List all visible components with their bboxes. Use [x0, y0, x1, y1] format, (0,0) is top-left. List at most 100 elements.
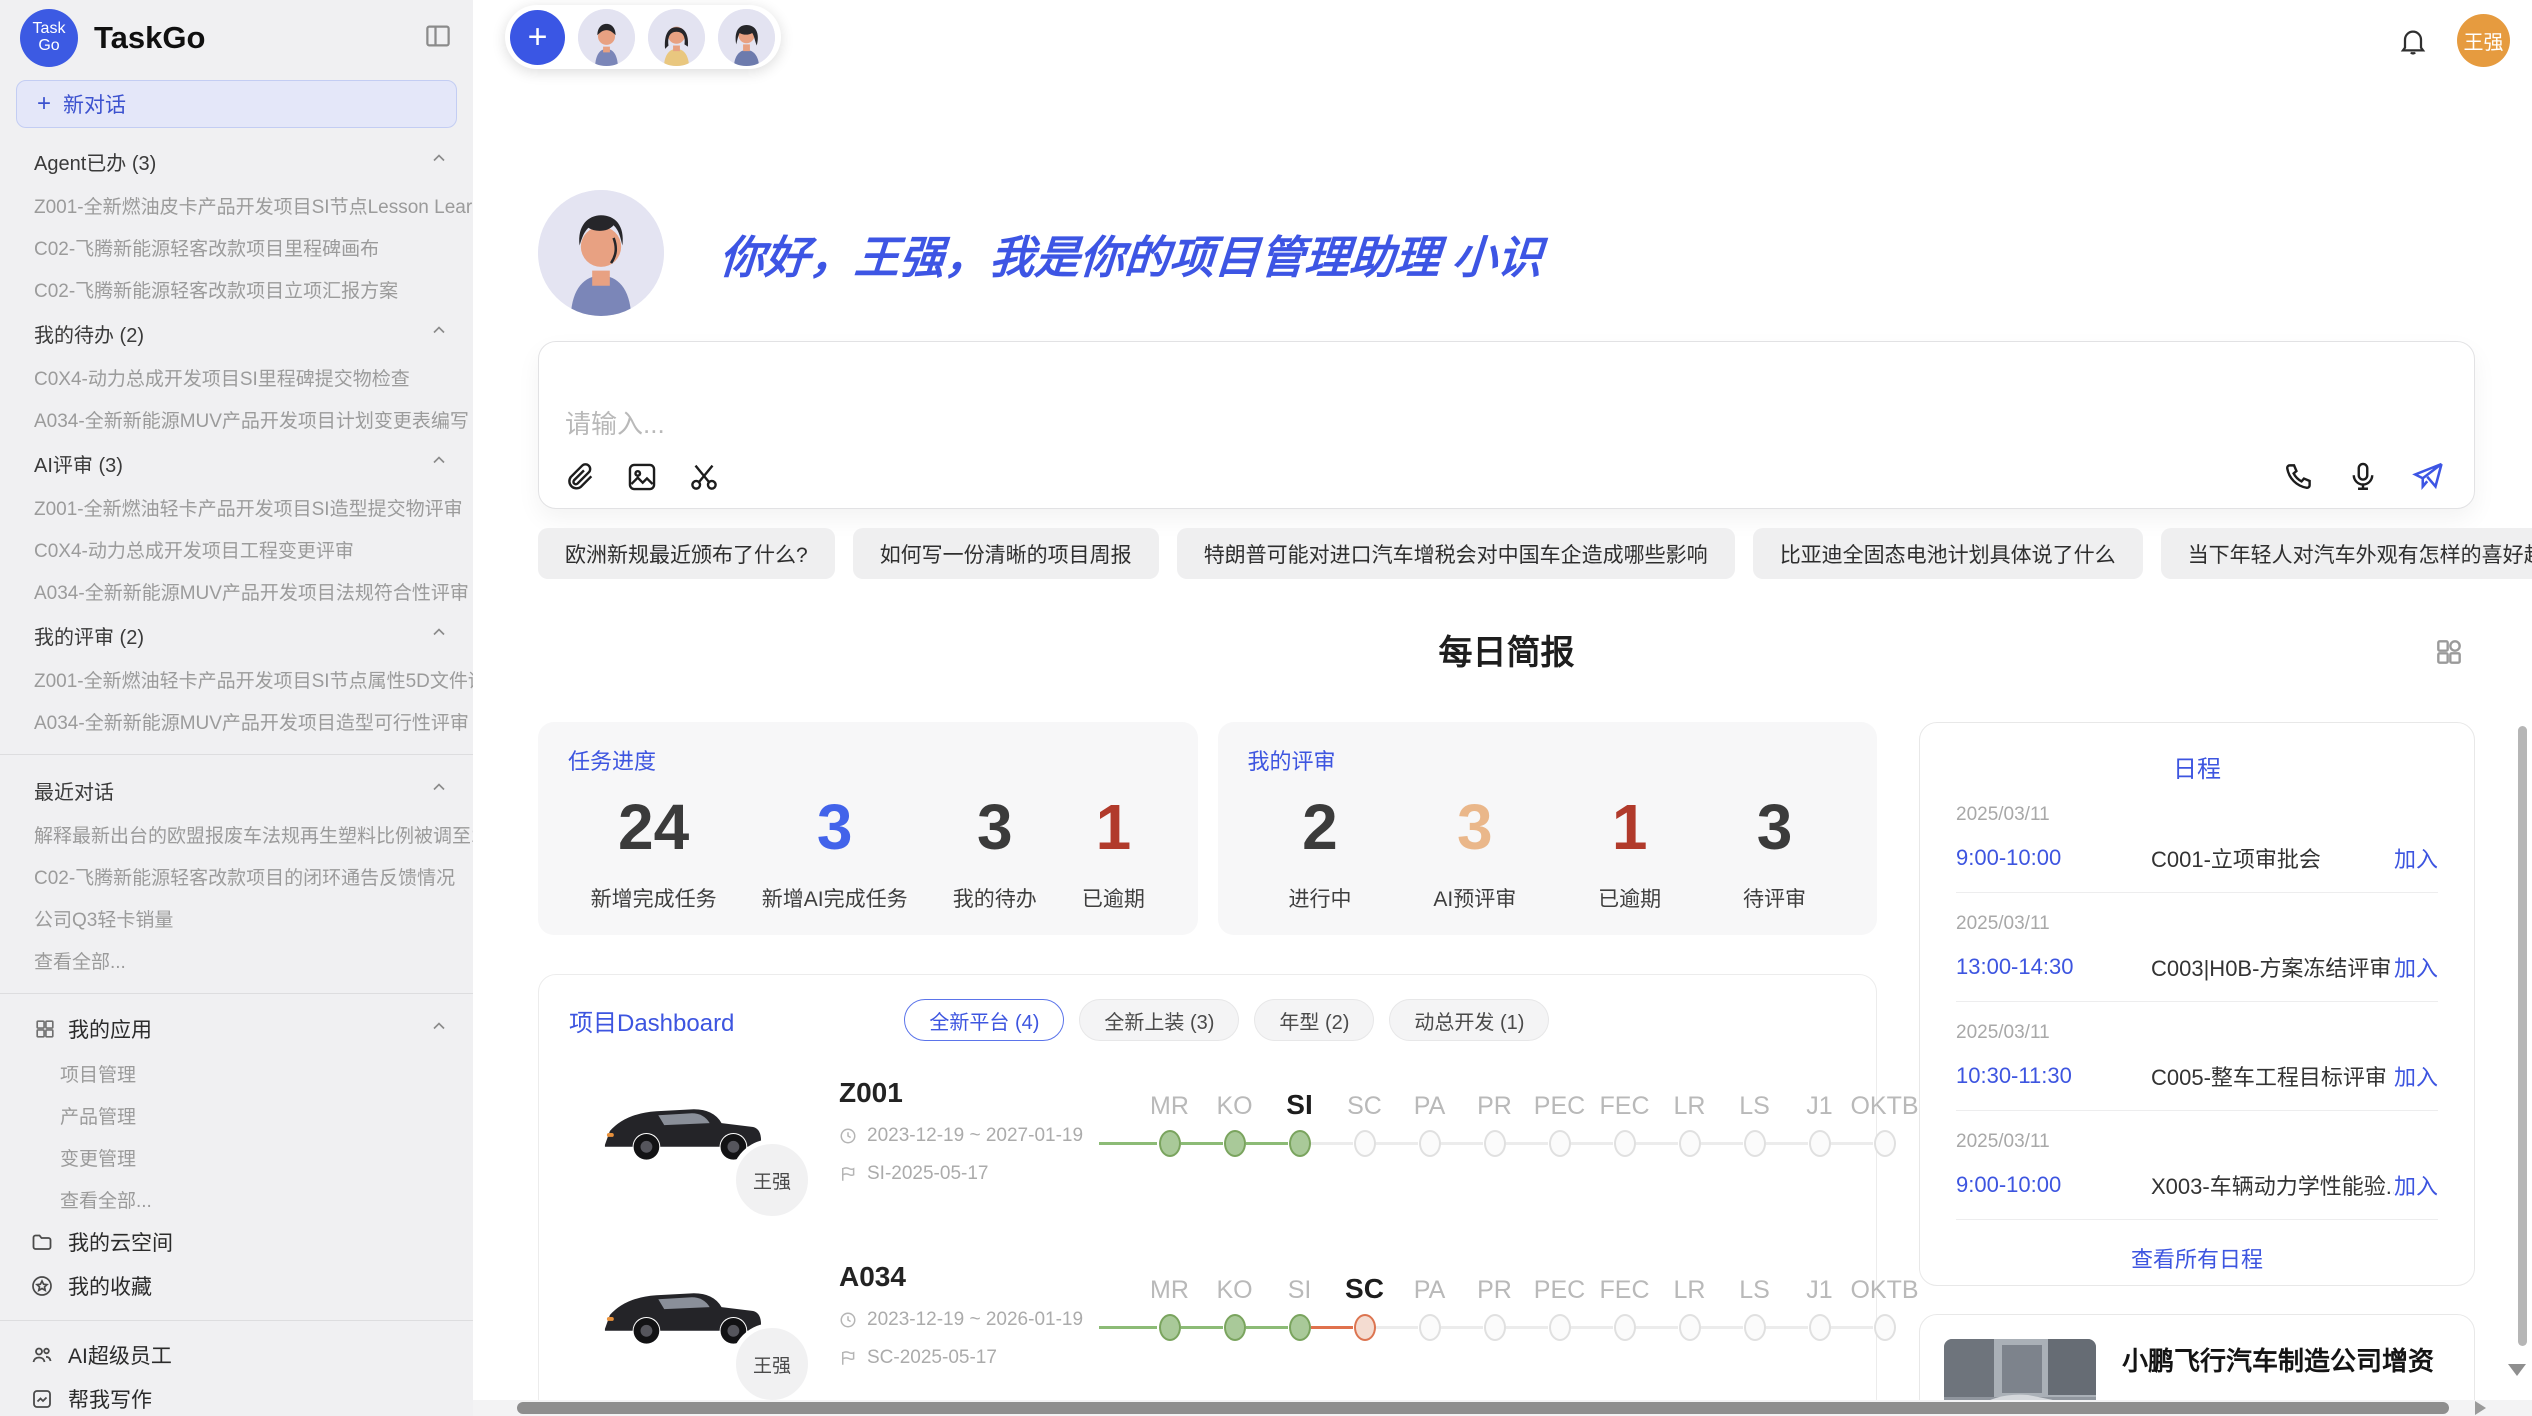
agent-avatar-1[interactable] [578, 9, 635, 66]
bell-icon[interactable] [2397, 25, 2429, 57]
milestone-dot [1354, 1130, 1376, 1157]
project-code: A034 [839, 1261, 1091, 1293]
tab-powertrain[interactable]: 动总开发 (1) [1389, 999, 1549, 1041]
sidebar-item-favorites[interactable]: 我的收藏 [0, 1264, 473, 1308]
agent-avatar-2[interactable] [648, 9, 705, 66]
project-next-milestone: SI-2025-05-17 [867, 1163, 988, 1185]
conversation-item[interactable]: Z001-全新燃油皮卡产品开发项目SI节点Lesson Learn报告 [0, 184, 473, 226]
milestone-dot [1289, 1314, 1311, 1341]
chat-composer [538, 341, 2475, 509]
user-name: 王强 [2464, 26, 2504, 55]
chevron-up-icon[interactable] [429, 777, 449, 803]
section-my-apps[interactable]: 我的应用 [0, 1006, 473, 1052]
milestone-si: SI [1267, 1265, 1332, 1409]
send-icon[interactable] [2410, 458, 2446, 494]
chevron-up-icon[interactable] [429, 320, 449, 346]
milestone-dot [1549, 1314, 1571, 1341]
conversation-item[interactable]: Z001-全新燃油轻卡产品开发项目SI节点属性5D文件评审 [0, 658, 473, 700]
recent-chat-item[interactable]: C02-飞腾新能源轻客改款项目的闭环通告反馈情况 [0, 855, 473, 897]
milestone-lr: LR [1657, 1081, 1722, 1225]
user-avatar[interactable]: 王强 [2457, 14, 2510, 67]
new-chat-button[interactable]: + 新对话 [16, 80, 457, 128]
conversation-item[interactable]: C0X4-动力总成开发项目工程变更评审 [0, 528, 473, 570]
suggestion-chip[interactable]: 欧洲新规最近颁布了什么? [538, 528, 835, 579]
view-all-schedule-link[interactable]: 查看所有日程 [1956, 1242, 2438, 1274]
project-row-z001[interactable]: 王强 Z001 2023-12-19 ~ 2027-01-19 SI-2025-… [569, 1075, 1846, 1225]
recent-chat-item[interactable]: 公司Q3轻卡销量 [0, 897, 473, 939]
section-my-review[interactable]: 我的评审 (2) [0, 612, 473, 658]
horizontal-scrollbar[interactable] [517, 1402, 2449, 1414]
section-ai-review[interactable]: AI评审 (3) [0, 440, 473, 486]
conversation-item[interactable]: C0X4-动力总成开发项目SI里程碑提交物检查 [0, 356, 473, 398]
section-recent-chats[interactable]: 最近对话 [0, 767, 473, 813]
join-button[interactable]: 加入 [2394, 951, 2438, 983]
schedule-date: 2025/03/11 [1956, 1022, 2438, 1044]
owner-badge: 王强 [731, 1323, 813, 1405]
project-dates: 2023-12-19 ~ 2026-01-19 [867, 1309, 1083, 1331]
app-item-change-mgmt[interactable]: 变更管理 [0, 1136, 473, 1178]
scroll-down-arrow-icon[interactable] [2508, 1364, 2526, 1376]
join-button[interactable]: 加入 [2394, 842, 2438, 874]
tab-year-model[interactable]: 年型 (2) [1254, 999, 1374, 1041]
attachment-icon[interactable] [563, 460, 597, 494]
scissors-icon[interactable] [687, 460, 721, 494]
section-agent-done[interactable]: Agent已办 (3) [0, 138, 473, 184]
app-item-product-mgmt[interactable]: 产品管理 [0, 1094, 473, 1136]
mic-icon[interactable] [2346, 459, 2380, 493]
view-all-chats[interactable]: 查看全部... [0, 939, 473, 981]
stat-ai-prereview: 3 AI预评审 [1433, 794, 1516, 913]
sidebar-item-help-me-write[interactable]: 帮我写作 [0, 1377, 473, 1416]
conversation-item[interactable]: A034-全新新能源MUV产品开发项目造型可行性评审 [0, 700, 473, 742]
milestone-dot [1549, 1130, 1571, 1157]
suggestion-chip[interactable]: 特朗普可能对进口汽车增税会对中国车企造成哪些影响 [1177, 528, 1735, 579]
chevron-up-icon[interactable] [429, 622, 449, 648]
suggestion-chip[interactable]: 当下年轻人对汽车外观有怎样的喜好趋势 [2161, 528, 2532, 579]
schedule-date: 2025/03/11 [1956, 1131, 2438, 1153]
conversation-item[interactable]: A034-全新新能源MUV产品开发项目计划变更表编写 [0, 398, 473, 440]
tab-new-body[interactable]: 全新上装 (3) [1079, 999, 1239, 1041]
tab-all-new-platform[interactable]: 全新平台 (4) [904, 999, 1064, 1041]
panel-toggle-icon[interactable] [423, 21, 453, 56]
image-icon[interactable] [625, 460, 659, 494]
join-button[interactable]: 加入 [2394, 1060, 2438, 1092]
add-agent-button[interactable]: + [510, 10, 565, 65]
assistant-avatar [538, 190, 664, 316]
recent-chat-item[interactable]: 解释最新出台的欧盟报废车法规再生塑料比例被调至15%... [0, 813, 473, 855]
app-item-project-mgmt[interactable]: 项目管理 [0, 1052, 473, 1094]
agent-avatar-3[interactable] [718, 9, 775, 66]
chevron-up-icon[interactable] [429, 148, 449, 174]
section-my-todo[interactable]: 我的待办 (2) [0, 310, 473, 356]
milestone-dot [1809, 1314, 1831, 1341]
vertical-scrollbar[interactable] [2518, 726, 2527, 1346]
milestone-ko: KO [1202, 1081, 1267, 1225]
suggestion-chip[interactable]: 比亚迪全固态电池计划具体说了什么 [1753, 528, 2143, 579]
conversation-item[interactable]: C02-飞腾新能源轻客改款项目里程碑画布 [0, 226, 473, 268]
conversation-item[interactable]: A034-全新新能源MUV产品开发项目法规符合性评审 [0, 570, 473, 612]
dashboard-title: 项目Dashboard [569, 1003, 734, 1038]
milestone-dot [1744, 1314, 1766, 1341]
conversation-item[interactable]: Z001-全新燃油轻卡产品开发项目SI造型提交物评审 [0, 486, 473, 528]
divider [0, 754, 473, 755]
suggestion-chip[interactable]: 如何写一份清晰的项目周报 [853, 528, 1159, 579]
milestone-dot [1874, 1314, 1896, 1341]
greeting-text: 你好，王强，我是你的项目管理助理 小识 [718, 221, 1545, 286]
milestone-pec: PEC [1527, 1081, 1592, 1225]
view-all-apps[interactable]: 查看全部... [0, 1178, 473, 1220]
daily-briefing-title: 每日简报 [538, 632, 2475, 674]
layout-grid-icon[interactable] [2433, 636, 2465, 673]
project-dashboard-card: 项目Dashboard 全新平台 (4) 全新上装 (3) 年型 (2) 动总开… [538, 974, 1877, 1416]
milestone-dot [1679, 1314, 1701, 1341]
join-button[interactable]: 加入 [2394, 1169, 2438, 1201]
flag-icon [839, 1349, 857, 1367]
sidebar-item-ai-super-staff[interactable]: AI超级员工 [0, 1333, 473, 1377]
sidebar-item-cloud-space[interactable]: 我的云空间 [0, 1220, 473, 1264]
chevron-up-icon[interactable] [429, 1016, 449, 1042]
phone-icon[interactable] [2282, 459, 2316, 493]
project-row-a034[interactable]: 王强 A034 2023-12-19 ~ 2026-01-19 SC-2025-… [569, 1259, 1846, 1409]
app-title: TaskGo [94, 20, 205, 56]
chevron-up-icon[interactable] [429, 450, 449, 476]
conversation-item[interactable]: C02-飞腾新能源轻客改款项目立项汇报方案 [0, 268, 473, 310]
chat-input[interactable] [565, 356, 2448, 452]
scroll-right-arrow-icon[interactable] [2475, 1401, 2486, 1415]
news-title: 小鹏飞行汽车制造公司增资 [2122, 1341, 2450, 1378]
